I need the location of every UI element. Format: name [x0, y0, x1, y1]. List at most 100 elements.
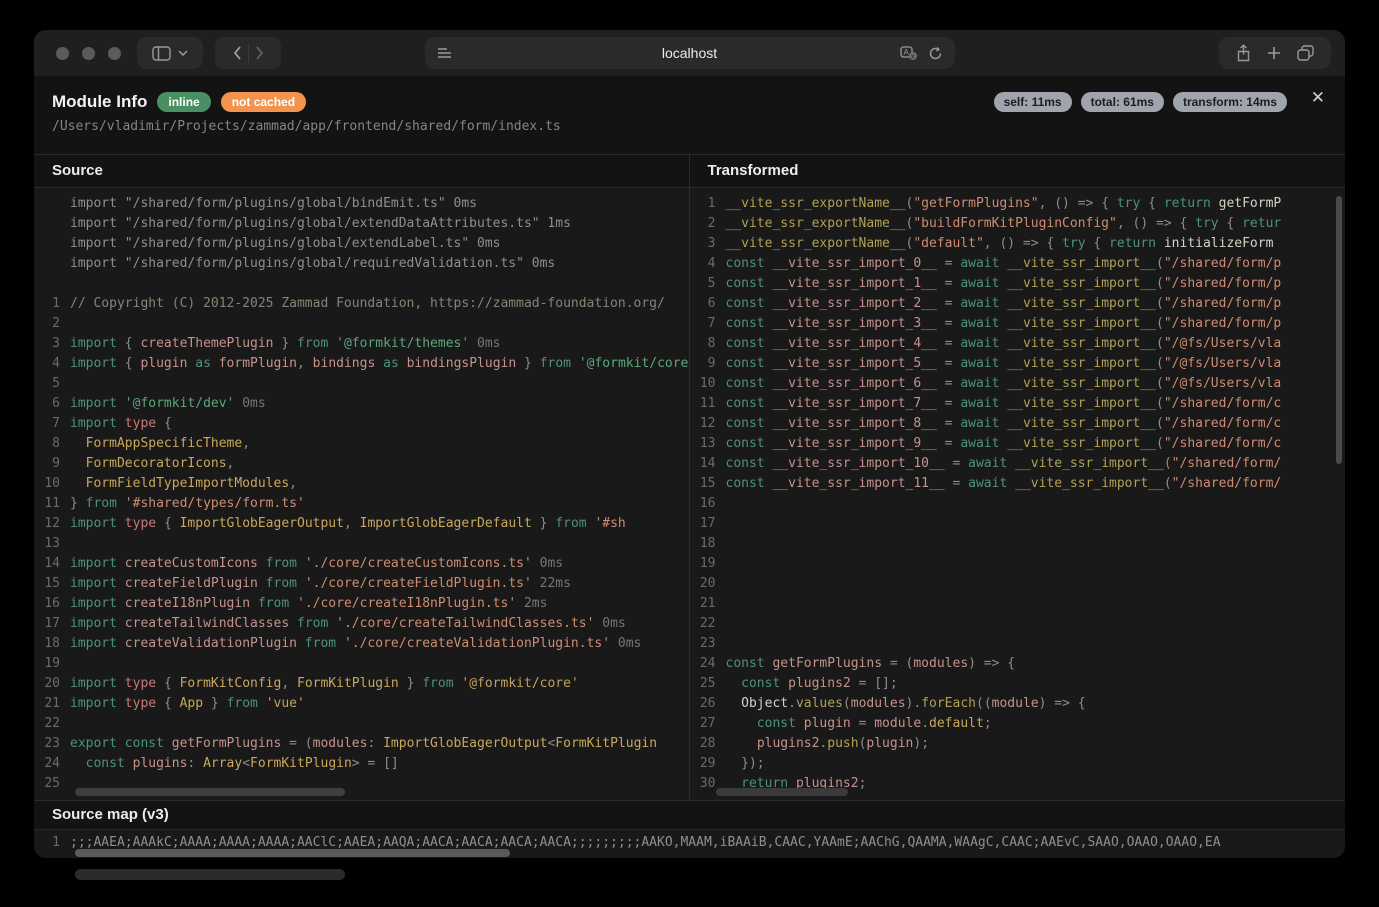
- code-line: 27 const plugin = module.default;: [690, 714, 1346, 734]
- code-token: "/@fs/Users/vla: [1164, 336, 1281, 351]
- line-number: 3: [34, 334, 60, 354]
- code-token: Object: [741, 696, 788, 711]
- close-icon[interactable]: ✕: [1311, 86, 1325, 110]
- code-token: (: [843, 696, 851, 711]
- code-token: "/shared/form/c: [1164, 396, 1281, 411]
- code-token: ).: [906, 696, 922, 711]
- code-token: forEach: [921, 696, 976, 711]
- code-token: getFormPlugins: [172, 736, 282, 751]
- transformed-vscrollbar[interactable]: [1336, 196, 1342, 464]
- code-token: =: [945, 476, 968, 491]
- code-token: (: [1156, 296, 1164, 311]
- forward-icon[interactable]: [255, 46, 264, 60]
- code-line: 8 FormAppSpecificTheme,: [34, 434, 689, 454]
- code-token: import: [70, 556, 125, 571]
- line-number: 24: [690, 654, 716, 674]
- code-token: './core/createI18nPlugin.ts': [297, 596, 516, 611]
- line-number: 12: [690, 414, 716, 434]
- line-number: 21: [690, 594, 716, 614]
- code-token: ImportGlobEagerOutput: [383, 736, 547, 751]
- code-line: 10 FormFieldTypeImportModules,: [34, 474, 689, 494]
- code-line: 3import { createThemePlugin } from '@for…: [34, 334, 689, 354]
- code-line: 9const __vite_ssr_import_5__ = await __v…: [690, 354, 1346, 374]
- line-number: 3: [690, 234, 716, 254]
- code-token: =: [937, 276, 960, 291]
- line-number: 6: [34, 394, 60, 414]
- code-token: = [];: [851, 676, 898, 691]
- code-token: './core/createTailwindClasses.ts': [336, 616, 594, 631]
- code-line: 16import createI18nPlugin from './core/c…: [34, 594, 689, 614]
- tab-overview-icon[interactable]: [1297, 45, 1314, 61]
- code-line: 23: [690, 634, 1346, 654]
- close-window-button[interactable]: [56, 47, 69, 60]
- code-token: __vite_ssr_exportName__: [726, 216, 906, 231]
- code-line: 15const __vite_ssr_import_11__ = await _…: [690, 474, 1346, 494]
- code-token: plugins2: [788, 676, 851, 691]
- code-token: =: [937, 436, 960, 451]
- transformed-code[interactable]: 1__vite_ssr_exportName__("getFormPlugins…: [690, 188, 1346, 800]
- code-token: ImportGlobEagerOutput: [180, 516, 344, 531]
- code-token: __vite_ssr_import__: [1007, 396, 1156, 411]
- code-line: 1// Copyright (C) 2012-2025 Zammad Found…: [34, 294, 689, 314]
- code-token: const: [726, 716, 804, 731]
- code-token: ;: [859, 776, 867, 791]
- code-token: import: [70, 636, 125, 651]
- back-icon[interactable]: [233, 46, 242, 60]
- timing-badges: self: 11ms total: 61ms transform: 14ms: [994, 92, 1287, 112]
- line-number: 19: [34, 654, 60, 674]
- code-token: from: [250, 596, 297, 611]
- code-token: =: [937, 336, 960, 351]
- not-cached-badge: not cached: [221, 92, 306, 112]
- source-hscrollbar[interactable]: [75, 788, 345, 796]
- code-token: createI18nPlugin: [125, 596, 250, 611]
- code-line: 5: [34, 374, 689, 394]
- code-token: (: [1156, 316, 1164, 331]
- code-token: from: [555, 516, 594, 531]
- code-token: __vite_ssr_import_4__: [772, 336, 936, 351]
- line-number: 16: [690, 494, 716, 514]
- minimize-window-button[interactable]: [82, 47, 95, 60]
- code-line: 26 Object.values(modules).forEach((modul…: [690, 694, 1346, 714]
- code-token: {: [125, 356, 141, 371]
- line-number: 2: [34, 314, 60, 334]
- code-token: 0ms: [469, 336, 500, 351]
- code-token: (: [1156, 356, 1164, 371]
- code-token: = (: [281, 736, 312, 751]
- code-line: 12import type { ImportGlobEagerOutput, I…: [34, 514, 689, 534]
- sourcemap-code[interactable]: 1;;;AAEA;AAAkC;AAAA;AAAA;AAAA;AAClC;AAEA…: [34, 829, 1345, 858]
- code-token: await: [960, 336, 1007, 351]
- code-token: {: [164, 416, 172, 431]
- code-token: .: [921, 716, 929, 731]
- transformed-hscrollbar[interactable]: [716, 788, 848, 796]
- code-line: 13: [34, 534, 689, 554]
- sourcemap-hscrollbar[interactable]: [75, 849, 510, 857]
- code-token: from: [297, 636, 344, 651]
- url-text[interactable]: localhost: [425, 45, 955, 61]
- code-line: 19: [34, 654, 689, 674]
- code-token: await: [960, 256, 1007, 271]
- line-number: 1: [34, 294, 60, 314]
- code-token: try: [1062, 236, 1085, 251]
- code-token: return: [1164, 196, 1211, 211]
- address-bar[interactable]: localhost Ax: [425, 37, 955, 69]
- code-token: from: [422, 676, 461, 691]
- sidebar-toggle-button[interactable]: [137, 37, 203, 69]
- page-hscrollbar[interactable]: [75, 869, 345, 880]
- zoom-window-button[interactable]: [108, 47, 121, 60]
- code-token: '@formkit/dev': [125, 396, 235, 411]
- source-code[interactable]: import "/shared/form/plugins/global/bind…: [34, 188, 689, 800]
- code-line: 14import createCustomIcons from './core/…: [34, 554, 689, 574]
- code-token: FormFieldTypeImportModules: [70, 476, 289, 491]
- line-number: 8: [34, 434, 60, 454]
- code-token: __vite_ssr_import__: [1007, 296, 1156, 311]
- module-inspector: Module Info inline not cached /Users/vla…: [34, 76, 1345, 858]
- new-tab-icon[interactable]: [1267, 46, 1281, 60]
- share-icon[interactable]: [1236, 44, 1251, 62]
- line-number: 12: [34, 514, 60, 534]
- code-token: initializeForm: [1156, 236, 1273, 251]
- code-line: 10const __vite_ssr_import_6__ = await __…: [690, 374, 1346, 394]
- code-token: await: [960, 376, 1007, 391]
- code-token: }: [70, 496, 86, 511]
- code-token: '@formkit/core': [461, 676, 578, 691]
- code-token: ,: [227, 456, 235, 471]
